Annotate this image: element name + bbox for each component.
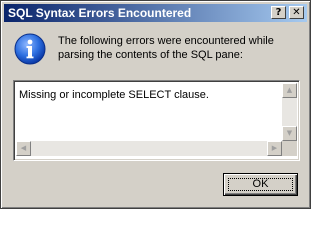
horizontal-scrollbar[interactable]: ◀ ▶	[16, 141, 282, 156]
ok-button[interactable]: OK	[223, 173, 298, 196]
scroll-right-icon[interactable]: ▶	[267, 141, 282, 156]
title-bar[interactable]: SQL Syntax Errors Encountered ? ✕	[4, 4, 307, 22]
window-title: SQL Syntax Errors Encountered	[8, 6, 192, 20]
message-line-1: The following errors were encountered wh…	[58, 35, 274, 47]
close-button[interactable]: ✕	[289, 6, 304, 19]
scroll-down-icon[interactable]: ▼	[282, 126, 297, 141]
information-icon	[14, 33, 46, 65]
error-text: Missing or incomplete SELECT clause.	[19, 89, 209, 101]
dialog-window: SQL Syntax Errors Encountered ? ✕ The fo…	[0, 0, 311, 209]
error-message: The following errors were encountered wh…	[58, 34, 303, 62]
scroll-left-icon[interactable]: ◀	[16, 141, 31, 156]
message-line-2: parsing the contents of the SQL pane:	[58, 49, 243, 61]
help-button[interactable]: ?	[271, 6, 286, 19]
scroll-up-icon[interactable]: ▲	[282, 83, 297, 98]
scrollbar-corner	[282, 141, 297, 156]
error-list-box[interactable]: Missing or incomplete SELECT clause. ▲ ▼…	[13, 80, 300, 161]
ok-button-label: OK	[252, 178, 269, 190]
vertical-scrollbar[interactable]: ▲ ▼	[282, 83, 297, 141]
